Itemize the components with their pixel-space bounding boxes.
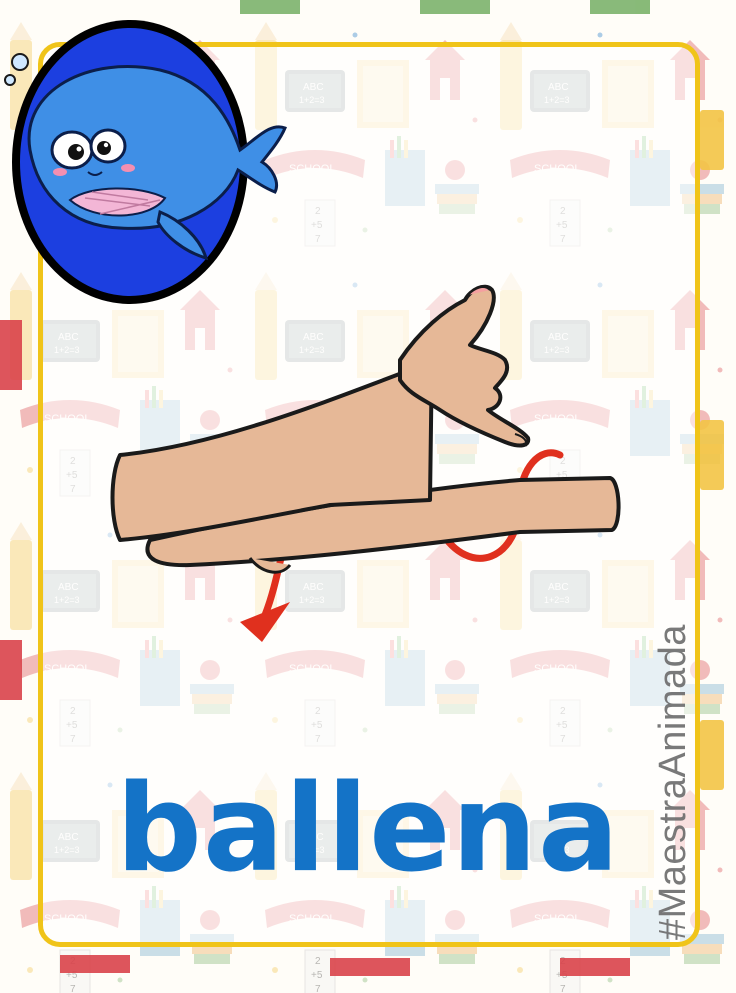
sign-word: ballena <box>116 760 620 899</box>
sign-language-card: ABC 1+2=3 SCHOOL <box>0 0 736 993</box>
whale-mascot-badge <box>4 20 287 304</box>
watermark-text: #MaestraAnimada <box>652 624 694 940</box>
